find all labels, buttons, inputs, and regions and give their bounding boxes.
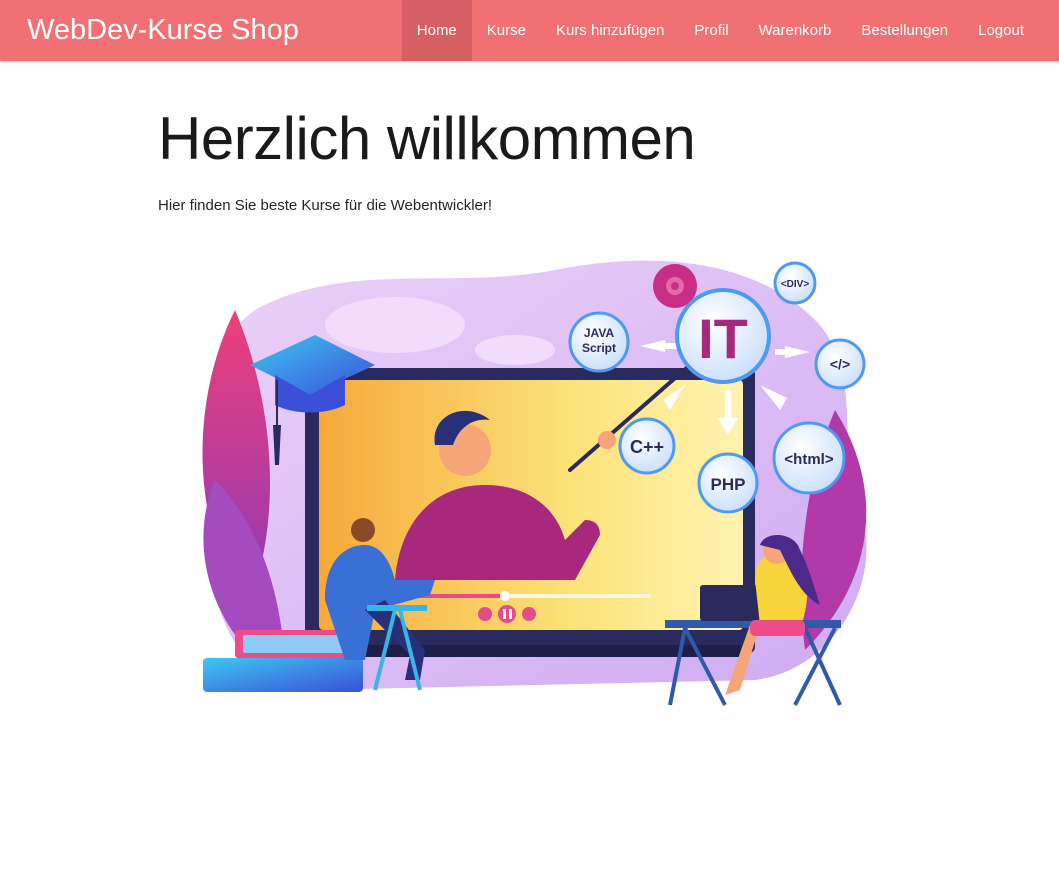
nav-item-home[interactable]: Home: [401, 0, 472, 61]
it-bubble: IT: [675, 288, 771, 384]
laptop-icon: [700, 585, 760, 621]
javascript-bubble-line2: Script: [582, 341, 616, 355]
forward-icon: [522, 607, 536, 621]
nav-item-kurse[interactable]: Kurse: [472, 0, 541, 61]
nav-item-logout[interactable]: Logout: [963, 0, 1039, 61]
navbar: WebDev-Kurse Shop Home Kurse Kurs hinzuf…: [0, 0, 1059, 61]
cloud-shape: [325, 297, 465, 353]
nav-item-profil[interactable]: Profil: [679, 0, 743, 61]
video-progress-handle: [500, 591, 510, 601]
page-title: Herzlich willkommen: [158, 105, 696, 172]
it-bubble-label: IT: [698, 307, 748, 370]
div-bubble-label: <DIV>: [781, 279, 810, 290]
teacher-hand: [598, 431, 616, 449]
book-stack: [203, 658, 363, 692]
javascript-bubble-line1: JAVA: [584, 326, 615, 340]
div-bubble: <DIV>: [773, 261, 817, 305]
php-bubble-label: PHP: [711, 475, 746, 494]
cpp-bubble: C++: [618, 417, 676, 475]
javascript-bubble: JAVA Script: [568, 311, 630, 373]
pause-icon: [498, 605, 516, 623]
page-subtitle: Hier finden Sie beste Kurse für die Webe…: [158, 197, 493, 214]
rewind-icon: [478, 607, 492, 621]
nav-menu: Home Kurse Kurs hinzufügen Profil Warenk…: [401, 0, 1039, 61]
code-slash-bubble-label: </>: [830, 356, 850, 372]
nav-item-warenkorb[interactable]: Warenkorb: [744, 0, 847, 61]
cpp-bubble-label: C++: [630, 437, 664, 457]
code-slash-bubble: </>: [814, 338, 866, 390]
student-table: [367, 605, 427, 611]
cloud-shape: [475, 335, 555, 365]
html-bubble-label: <html>: [784, 451, 833, 468]
nav-item-bestellungen[interactable]: Bestellungen: [846, 0, 963, 61]
php-bubble: PHP: [697, 452, 759, 514]
html-bubble: <html>: [772, 421, 846, 495]
nav-item-kurs-hinzufuegen[interactable]: Kurs hinzufügen: [541, 0, 679, 61]
navbar-brand[interactable]: WebDev-Kurse Shop: [27, 0, 299, 61]
hero-illustration: IT JAVA Script C++ PHP <html> <DIV> </>: [202, 260, 867, 706]
